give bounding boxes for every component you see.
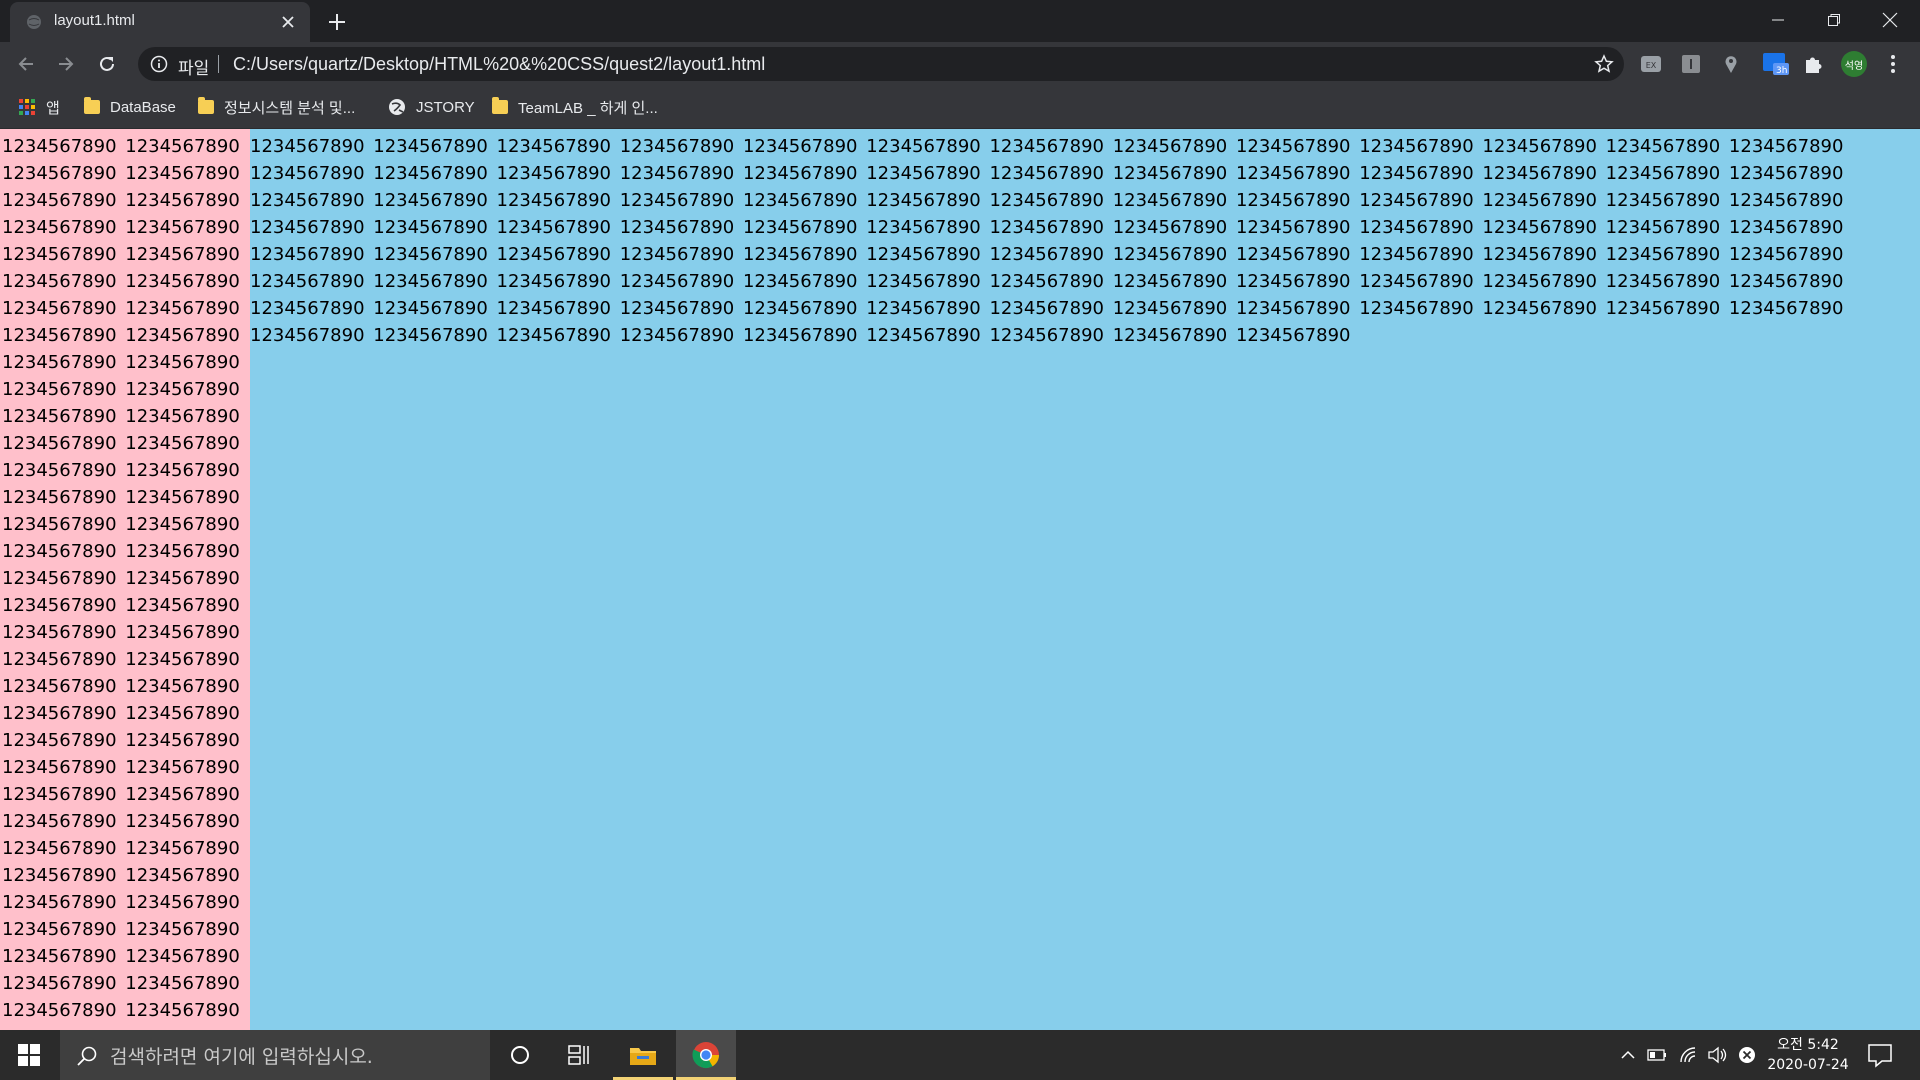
folder-icon (198, 97, 214, 114)
folder-icon (84, 97, 100, 114)
minimize-button[interactable] (1750, 0, 1806, 40)
extensions-menu-button[interactable] (1802, 53, 1824, 75)
minimize-icon (1772, 19, 1784, 21)
browser-toolbar: 파일 C:/Users/quartz/Desktop/HTML%20&%20CS… (0, 42, 1920, 86)
page-viewport: 1234567890 1234567890 1234567890 1234567… (0, 129, 1920, 1030)
browser-tab[interactable]: layout1.html (10, 2, 310, 42)
volume-tray-icon[interactable] (1707, 1044, 1729, 1066)
bookmarks-bar: 앱 DataBase 정보시스템 분석 및... JSTORY TeamLAB … (0, 86, 1920, 129)
search-placeholder: 검색하려면 여기에 입력하십시오. (110, 1046, 373, 1068)
restore-button[interactable] (1806, 0, 1862, 40)
bookmark-teamlab[interactable]: TeamLAB _ 하게 인... (492, 94, 658, 120)
main-column-text: 1234567890 1234567890 1234567890 1234567… (250, 136, 1844, 346)
map-pin-icon (1725, 56, 1737, 73)
bookmark-database[interactable]: DataBase (84, 94, 176, 120)
notification-center-icon[interactable] (1866, 1042, 1894, 1068)
more-vert-icon (1891, 55, 1895, 73)
reload-icon (100, 56, 114, 71)
start-button[interactable] (0, 1030, 58, 1080)
extension-pin-button[interactable] (1720, 53, 1742, 75)
task-view-icon (568, 1045, 589, 1065)
extension-badge-text: 3h (1776, 66, 1788, 76)
battery-icon (1647, 1049, 1666, 1061)
show-hidden-icons-button[interactable] (1617, 1044, 1639, 1066)
address-bar[interactable]: 파일 C:/Users/quartz/Desktop/HTML%20&%20CS… (138, 47, 1624, 81)
tab-strip: layout1.html (0, 0, 1920, 42)
ex-extension-icon: EX (1641, 56, 1661, 72)
close-icon (1882, 12, 1898, 28)
windows-taskbar: 검색하려면 여기에 입력하십시오. 오전 5:42 2020-07-24 (0, 1030, 1920, 1080)
reload-button[interactable] (91, 48, 123, 80)
main-column: 1234567890 1234567890 1234567890 1234567… (250, 129, 1920, 1030)
windows-logo-icon (18, 1044, 40, 1066)
network-tray-icon[interactable] (1678, 1044, 1700, 1066)
taskbar-clock[interactable]: 오전 5:42 2020-07-24 (1758, 1035, 1858, 1075)
extension-ex-button[interactable]: EX (1640, 53, 1662, 75)
bookmark-label: 정보시스템 분석 및... (224, 99, 356, 117)
task-view-button[interactable] (550, 1030, 610, 1080)
restore-icon (1828, 14, 1840, 26)
back-button[interactable] (10, 48, 42, 80)
arrow-left-icon (18, 57, 33, 71)
globe-icon (27, 15, 41, 29)
close-window-button[interactable] (1862, 0, 1918, 40)
i-extension-icon (1682, 55, 1700, 73)
tab-title: layout1.html (54, 12, 135, 29)
cortana-circle-icon (511, 1046, 529, 1064)
circle-x-icon (1739, 1047, 1755, 1063)
wifi-icon (1680, 1047, 1696, 1063)
chevron-up-icon (1621, 1050, 1635, 1059)
address-scheme-label: 파일 (178, 59, 210, 78)
globe-icon (389, 99, 405, 115)
clock-time: 오전 5:42 (1777, 1037, 1839, 1053)
svg-text:EX: EX (1646, 61, 1657, 70)
left-column-text: 1234567890 1234567890 1234567890 1234567… (2, 136, 240, 1030)
apps-grid-icon (19, 99, 35, 115)
left-column: 1234567890 1234567890 1234567890 1234567… (0, 129, 250, 1030)
speaker-icon (1708, 1046, 1727, 1064)
puzzle-icon (1806, 57, 1822, 73)
bookmark-star-icon[interactable] (1594, 54, 1614, 74)
bookmark-label: TeamLAB _ 하게 인... (518, 99, 658, 117)
bookmark-label: 앱 (46, 99, 60, 117)
close-tab-icon[interactable] (278, 12, 298, 32)
new-tab-button[interactable] (324, 9, 350, 35)
forward-button[interactable] (50, 48, 82, 80)
extension-badge-button[interactable]: 3h (1762, 53, 1790, 76)
profile-initials: 석영 (1844, 61, 1864, 72)
search-icon (77, 1046, 97, 1066)
bookmark-jstory[interactable]: JSTORY (388, 94, 475, 120)
browser-menu-button[interactable] (1882, 53, 1904, 75)
taskbar-search[interactable]: 검색하려면 여기에 입력하십시오. (60, 1030, 490, 1080)
address-url[interactable]: C:/Users/quartz/Desktop/HTML%20&%20CSS/q… (233, 54, 765, 75)
bookmark-info-system[interactable]: 정보시스템 분석 및... (198, 94, 355, 120)
profile-avatar-button[interactable]: 석영 (1840, 50, 1868, 78)
extension-i-button[interactable] (1680, 53, 1702, 75)
file-explorer-button[interactable] (613, 1030, 673, 1080)
address-separator (218, 55, 219, 73)
info-icon[interactable] (150, 55, 168, 73)
chrome-button[interactable] (676, 1030, 736, 1080)
folder-icon (492, 97, 508, 114)
cortana-button[interactable] (490, 1030, 550, 1080)
arrow-right-icon (59, 57, 74, 71)
clock-date: 2020-07-24 (1767, 1057, 1849, 1073)
bookmark-label: JSTORY (416, 98, 475, 116)
file-explorer-icon (630, 1048, 656, 1065)
chrome-icon (692, 1042, 720, 1069)
bookmark-apps[interactable]: 앱 (18, 94, 60, 120)
status-tray-icon[interactable] (1736, 1044, 1758, 1066)
battery-tray-icon[interactable] (1646, 1044, 1668, 1066)
bookmark-label: DataBase (110, 98, 176, 116)
